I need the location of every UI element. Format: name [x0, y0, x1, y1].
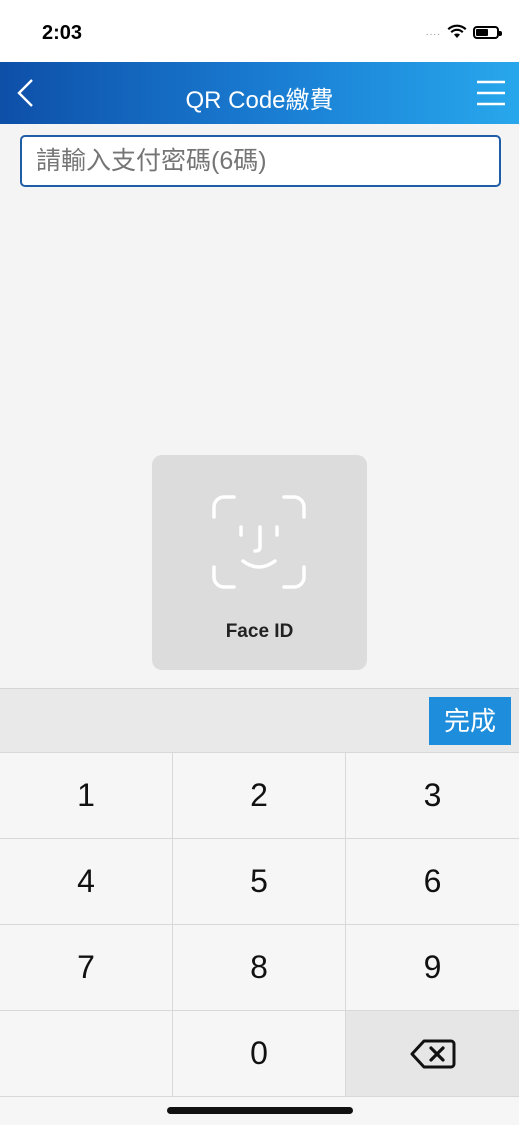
status-time: 2:03	[42, 22, 83, 44]
wifi-icon	[447, 24, 467, 38]
key-5[interactable]: 5	[173, 839, 345, 924]
key-blank	[0, 1011, 172, 1096]
key-8[interactable]: 8	[173, 925, 345, 1010]
key-4[interactable]: 4	[0, 839, 172, 924]
password-input[interactable]	[20, 135, 501, 187]
hamburger-menu-icon[interactable]	[475, 76, 507, 110]
home-area	[0, 1097, 519, 1125]
key-7[interactable]: 7	[0, 925, 172, 1010]
key-2[interactable]: 2	[173, 753, 345, 838]
signal-icon: ....	[425, 26, 441, 38]
face-id-icon	[212, 495, 306, 589]
key-3[interactable]: 3	[346, 753, 519, 838]
numeric-keypad: 1 2 3 4 5 6 7 8 9 0	[0, 752, 519, 1097]
status-bar: 2:03 ....	[0, 0, 519, 62]
status-icons: ....	[425, 22, 502, 42]
backspace-key[interactable]	[346, 1011, 519, 1096]
key-6[interactable]: 6	[346, 839, 519, 924]
backspace-icon	[410, 1039, 455, 1068]
face-id-label: Face ID	[225, 621, 294, 642]
home-indicator[interactable]	[167, 1107, 353, 1114]
key-1[interactable]: 1	[0, 753, 172, 838]
page-title: QR Code繳費	[185, 87, 334, 114]
done-button[interactable]: 完成	[429, 697, 511, 745]
key-9[interactable]: 9	[346, 925, 519, 1010]
key-0[interactable]: 0	[173, 1011, 345, 1096]
nav-bar: QR Code繳費	[0, 62, 519, 124]
keyboard-toolbar: 完成	[0, 688, 519, 752]
battery-icon	[473, 25, 502, 39]
face-id-button[interactable]: Face ID	[152, 455, 367, 670]
